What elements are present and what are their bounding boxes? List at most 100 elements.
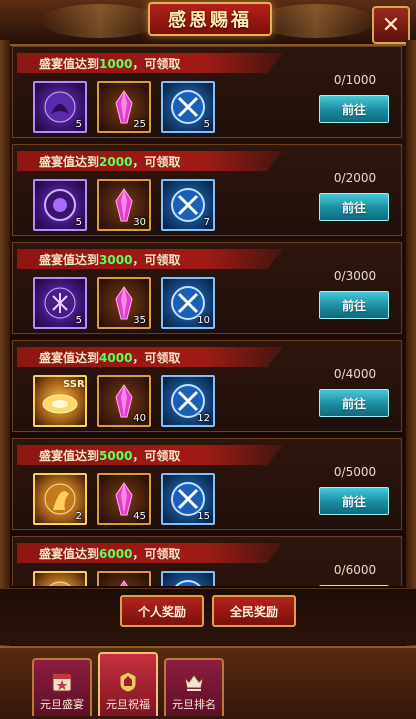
footer-tab-label: 元旦祝福 (106, 698, 150, 711)
right-rail (406, 40, 416, 660)
goto-button[interactable]: 前往 (319, 95, 389, 123)
card-title: 盛宴值达到6000，可领取 (39, 545, 180, 562)
item-count: 40 (133, 413, 146, 424)
goto-button[interactable]: 前往 (319, 291, 389, 319)
reward-tab-bar (0, 588, 416, 645)
reward-item[interactable]: 5 (33, 81, 87, 133)
right-wing-decoration (256, 4, 376, 38)
reward-list[interactable]: 盛宴值达到1000，可领取 5 25 5 0/1000 前往 盛宴值达到2000，可领取 5 3… (12, 46, 404, 586)
card-title-suffix: ，可领取 (132, 547, 181, 561)
footer-tab-label: 元旦排名 (172, 698, 216, 711)
ssr-badge: SSR (63, 379, 85, 390)
reward-item[interactable]: 15 (161, 473, 215, 525)
card-title: 盛宴值达到5000，可领取 (39, 447, 180, 464)
reward-item[interactable]: 2 (33, 473, 87, 525)
crossed-swords-icon (175, 580, 201, 586)
card-title: 盛宴值达到3000，可领取 (39, 251, 180, 268)
card-threshold: 4000 (99, 351, 133, 365)
item-count: 5 (75, 217, 82, 228)
beast-portrait-icon (44, 91, 76, 123)
progress-text: 0/1000 (333, 73, 377, 87)
reward-item[interactable]: 7 (161, 179, 215, 231)
card-title-prefix: 盛宴值达到 (39, 253, 100, 267)
item-count: 45 (133, 511, 146, 522)
item-count: 35 (133, 315, 146, 326)
item-count: 10 (197, 315, 210, 326)
item-count: 25 (133, 119, 146, 130)
card-threshold: 6000 (99, 547, 133, 561)
close-button[interactable]: ✕ (372, 6, 410, 44)
close-icon: ✕ (381, 12, 401, 38)
item-count: 5 (75, 119, 82, 130)
reward-card: 盛宴值达到4000，可领取 SSR 40 12 0/4000 前往 (12, 340, 402, 432)
reward-item[interactable]: 10 (161, 277, 215, 329)
card-threshold: 3000 (99, 253, 133, 267)
card-title-prefix: 盛宴值达到 (39, 57, 100, 71)
card-threshold: 2000 (99, 155, 133, 169)
goto-button[interactable]: 前往 (319, 389, 389, 417)
all-players-reward-tab[interactable]: 全民奖励 (212, 595, 296, 627)
reward-card: 盛宴值达到3000，可领取 5 35 10 0/3000 前往 (12, 242, 402, 334)
reward-card: 盛宴值达到6000，可领取 0/6000 前往 (12, 536, 402, 586)
reward-item[interactable]: 12 (161, 375, 215, 427)
reward-item[interactable]: 5 (33, 179, 87, 231)
card-title-prefix: 盛宴值达到 (39, 155, 100, 169)
card-threshold: 5000 (99, 449, 133, 463)
reward-item[interactable]: 5 (161, 81, 215, 133)
footer-tab-new-year-ranking[interactable]: 元旦排名 (164, 658, 224, 716)
item-count: 2 (75, 511, 82, 522)
page-title: 感恩赐福 (168, 10, 252, 31)
reward-item[interactable]: SSR (33, 375, 87, 427)
reward-card: 盛宴值达到1000，可领取 5 25 5 0/1000 前往 (12, 46, 402, 138)
reward-item[interactable]: 35 (97, 277, 151, 329)
reward-card: 盛宴值达到2000，可领取 5 30 7 0/2000 前往 (12, 144, 402, 236)
progress-text: 0/5000 (333, 465, 377, 479)
reward-item[interactable]: 40 (97, 375, 151, 427)
item-count: 7 (203, 217, 210, 228)
reward-item[interactable]: 25 (97, 81, 151, 133)
left-wing-decoration (40, 4, 160, 38)
goto-button[interactable]: 前往 (319, 193, 389, 221)
card-title-prefix: 盛宴值达到 (39, 351, 100, 365)
reward-item[interactable]: 45 (97, 473, 151, 525)
item-count: 12 (197, 413, 210, 424)
personal-reward-tab[interactable]: 个人奖励 (120, 595, 204, 627)
reward-item[interactable]: 30 (97, 179, 151, 231)
reward-item[interactable] (33, 571, 87, 586)
pink-crystal-icon (120, 580, 128, 586)
purple-rune-icon (44, 287, 76, 319)
card-title: 盛宴值达到4000，可领取 (39, 349, 180, 366)
card-title-suffix: ，可领取 (132, 155, 181, 169)
reward-card: 盛宴值达到5000，可领取 2 45 15 0/5000 前往 (12, 438, 402, 530)
goto-button[interactable]: 前往 (319, 585, 389, 586)
progress-text: 0/3000 (333, 269, 377, 283)
reward-item[interactable] (97, 571, 151, 586)
crossed-swords-icon (171, 188, 205, 222)
footer-tab-label: 元旦盛宴 (40, 698, 84, 711)
left-rail (0, 40, 10, 660)
card-title-prefix: 盛宴值达到 (39, 547, 100, 561)
goto-button[interactable]: 前往 (319, 487, 389, 515)
card-title-suffix: ，可领取 (132, 57, 181, 71)
reward-item[interactable]: 5 (33, 277, 87, 329)
card-title-prefix: 盛宴值达到 (39, 449, 100, 463)
item-count: 5 (75, 315, 82, 326)
calendar-star-icon (52, 673, 72, 692)
gold-item-icon (49, 581, 71, 586)
card-title: 盛宴值达到2000，可领取 (39, 153, 180, 170)
card-title: 盛宴值达到1000，可领取 (39, 55, 180, 72)
purple-orb-icon (44, 189, 76, 221)
card-threshold: 1000 (99, 57, 133, 71)
card-title-suffix: ，可领取 (132, 449, 181, 463)
card-title-suffix: ，可领取 (132, 253, 181, 267)
reward-item[interactable] (161, 571, 215, 586)
gold-warrior-icon (44, 483, 76, 515)
crossed-swords-icon (171, 90, 205, 124)
footer-tab-new-year-feast[interactable]: 元旦盛宴 (32, 658, 92, 716)
blessing-crest-icon (119, 671, 137, 693)
item-count: 30 (133, 217, 146, 228)
card-title-suffix: ，可领取 (132, 351, 181, 365)
item-count: 15 (197, 511, 210, 522)
footer-tab-new-year-blessing[interactable]: 元旦祝福 (98, 652, 158, 716)
title-plate: 感恩赐福 (148, 2, 272, 36)
